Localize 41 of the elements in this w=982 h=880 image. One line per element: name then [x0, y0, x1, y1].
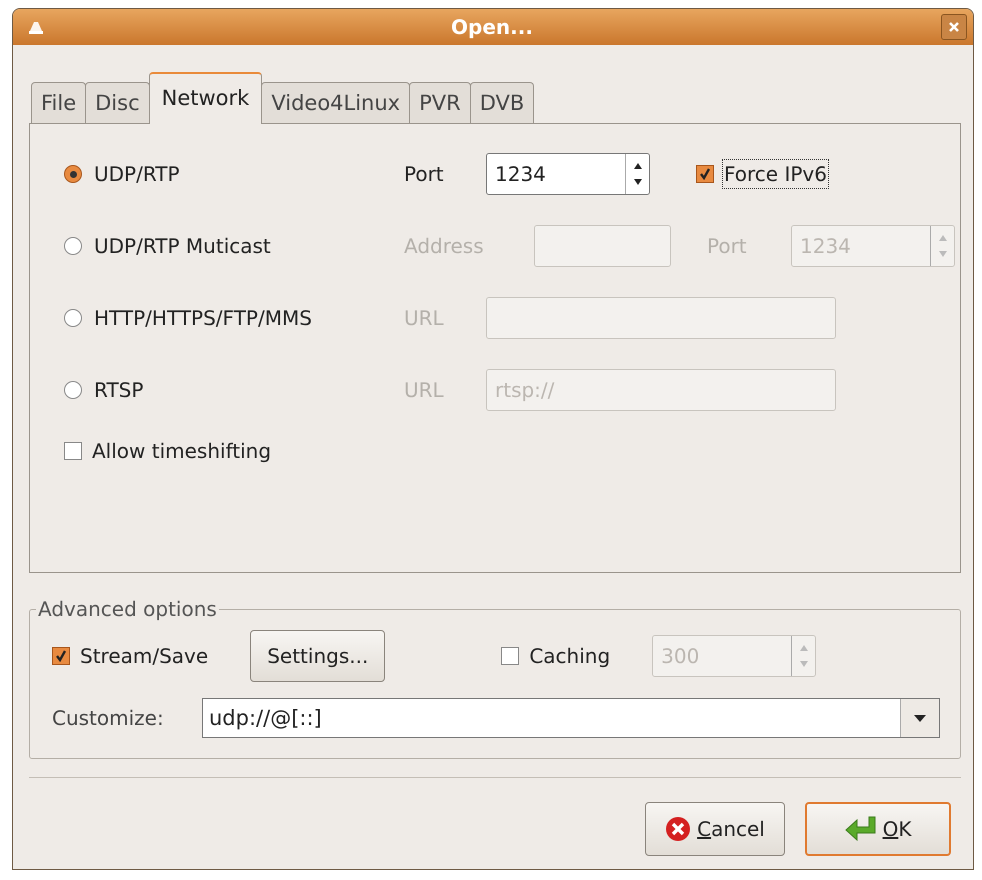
tab[interactable]: Video4Linux	[261, 82, 410, 123]
checkbox[interactable]	[52, 647, 70, 665]
field-label: URL	[404, 378, 445, 402]
window-title: Open...	[450, 15, 534, 39]
tab[interactable]: Network	[148, 72, 262, 124]
close-button[interactable]	[941, 14, 967, 40]
radio-button[interactable]	[64, 165, 82, 183]
checkbox-label: Caching	[528, 643, 612, 670]
radio-label: UDP/RTP Muticast	[94, 234, 271, 258]
radio-button[interactable]	[64, 237, 82, 255]
radio-label: RTSP	[94, 378, 144, 402]
checkbox-label: Allow timeshifting	[91, 438, 272, 465]
spin-field[interactable]: 1234	[486, 153, 650, 195]
tab[interactable]: PVR	[409, 82, 471, 123]
radio-button[interactable]	[64, 309, 82, 327]
cancel-button[interactable]: Cancel	[645, 802, 785, 856]
radio-label: UDP/RTP	[94, 162, 180, 186]
combo-box[interactable]: udp://@[::]	[202, 698, 940, 738]
dropdown-arrow-icon[interactable]	[914, 714, 926, 722]
checkbox[interactable]	[64, 442, 82, 460]
field-label: Port	[707, 234, 748, 258]
tab[interactable]: File	[31, 82, 86, 123]
close-icon	[948, 21, 960, 33]
field-label: URL	[404, 306, 445, 330]
tab[interactable]: Disc	[85, 82, 150, 123]
checkbox-label: Force IPv6	[722, 159, 829, 189]
field-label: Address	[404, 234, 485, 258]
down-arrow-icon[interactable]	[634, 179, 642, 185]
up-arrow-icon[interactable]	[634, 163, 642, 169]
radio-button[interactable]	[64, 381, 82, 399]
ok-button[interactable]: OK	[805, 802, 951, 856]
checkbox-label: Stream/Save	[79, 643, 210, 670]
radio-label: HTTP/HTTPS/FTP/MMS	[94, 306, 312, 330]
enter-arrow-icon	[844, 815, 877, 843]
cone-icon[interactable]	[29, 20, 43, 34]
field-label: Port	[404, 162, 445, 186]
checkbox[interactable]	[696, 165, 714, 183]
field-label: Customize:	[52, 706, 165, 730]
tab[interactable]: DVB	[470, 82, 534, 123]
settings-button[interactable]: Settings...	[250, 630, 386, 682]
cancel-icon	[665, 816, 692, 842]
